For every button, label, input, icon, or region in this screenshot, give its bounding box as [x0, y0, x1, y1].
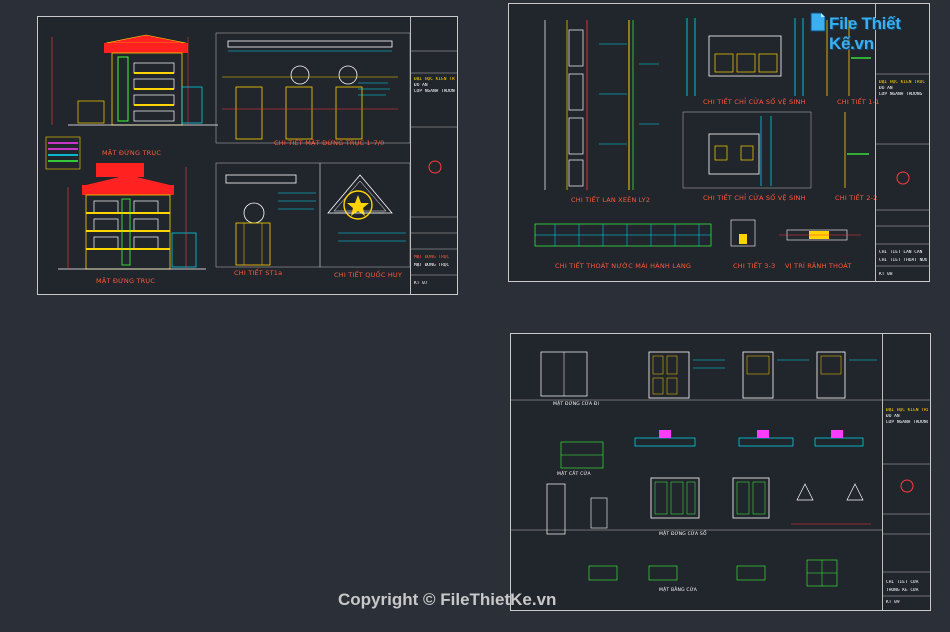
caption-detail-main: CHI TIẾT MẶT ĐỨNG TRỤC 1-7/0 — [274, 139, 385, 147]
drawing-sheet-3: MẶT ĐỨNG CỬA ĐI MẶT CẮT CỬA MẶT ĐỨNG CỬA… — [510, 333, 931, 611]
caption-row3: MẶT ĐỨNG CỬA SỔ — [659, 532, 707, 537]
caption-left-elevation: MẶT ĐỨNG TRỤC — [102, 149, 162, 157]
caption-detail-a: CHI TIẾT ST1a — [234, 269, 283, 277]
title-block-1: ĐẠI HỌC KIẾN TRÚC ĐỒ ÁN LỚP NGÀNH TRƯỜNG… — [410, 17, 458, 294]
caption-detail-b: CHI TIẾT QUỐC HUY — [334, 271, 403, 279]
site-logo: File Thiết Kế.vn — [810, 10, 938, 53]
copyright-watermark: Copyright © FileThietKe.vn — [338, 590, 557, 609]
title-block-3: ĐẠI HỌC KIẾN TRÚC ĐỒ ÁN LỚP NGÀNH TRƯỜNG… — [882, 334, 931, 610]
caption-row1: MẶT ĐỨNG CỬA ĐI — [553, 402, 600, 407]
tb1-frame — [411, 50, 458, 276]
file-icon — [810, 12, 826, 32]
railing-section — [544, 20, 659, 190]
caption-detail-bottom-left: CHI TIẾT THOÁT NƯỚC MÁI HÀNH LANG — [555, 262, 692, 270]
caption-detail-mid-bottom: CHI TIẾT CHỈ CỬA SỔ VỆ SINH — [703, 194, 806, 202]
caption-detail-mid-top: CHI TIẾT CHỈ CỬA SỔ VỆ SINH — [703, 98, 806, 106]
elevation-top — [51, 34, 218, 126]
caption-detail-left: CHI TIẾT LAN XEÊN LY2 — [571, 196, 651, 204]
caption-detail-bottom-mid: CHI TIẾT 3-3 — [733, 262, 776, 270]
caption-detail-bottom-right: VỊ TRÍ RÃNH THOÁT — [785, 262, 852, 270]
caption-right-elevation: MẶT ĐỨNG TRỤC — [96, 277, 156, 285]
tb3-frame — [883, 399, 931, 597]
detail-b — [319, 162, 411, 268]
caption-detail-right-bottom: CHI TIẾT 2-2 — [835, 194, 878, 202]
door-sections — [560, 430, 864, 469]
door-elevations — [540, 351, 877, 399]
gutter-detail — [534, 219, 861, 247]
detail-a — [215, 162, 321, 268]
logo-text: File Thiết Kế.vn — [829, 14, 901, 53]
caption-row4: MẶT BẰNG CỬA — [659, 588, 698, 593]
window-elevations — [546, 477, 871, 535]
caption-row2: MẶT CẮT CỬA — [557, 472, 591, 477]
detail-main — [215, 32, 411, 144]
drawing-sheet-1: MẶT ĐỨNG TRỤC MẶT ĐỨNG TRỤC CHI TIẾT MẶT… — [37, 16, 458, 295]
door-plans — [588, 559, 838, 587]
caption-detail-right-top: CHI TIẾT 1-1 — [837, 98, 880, 106]
window-detail-bottom — [682, 111, 869, 189]
